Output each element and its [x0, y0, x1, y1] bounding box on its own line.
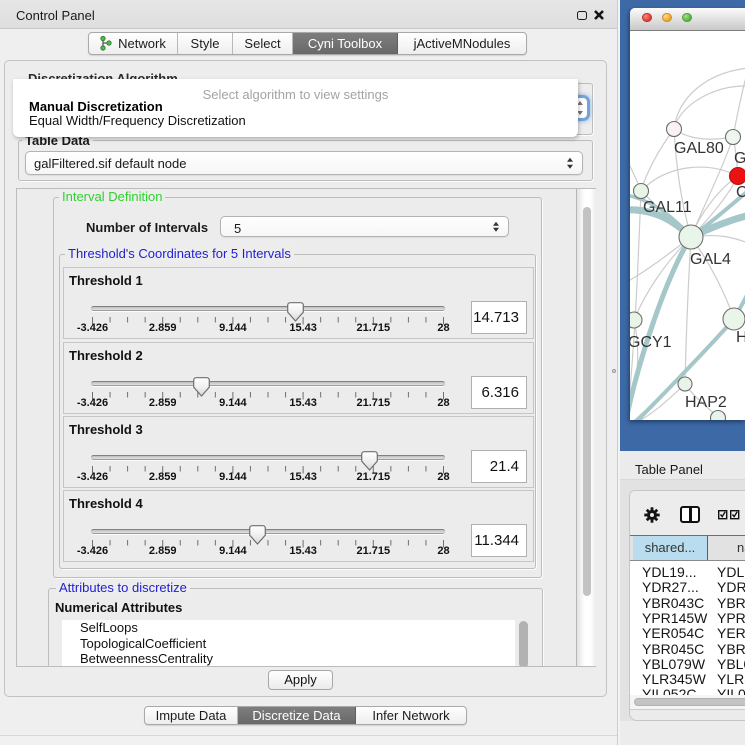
svg-text:GA: GA [734, 150, 745, 167]
svg-text:GCY1: GCY1 [630, 334, 672, 351]
svg-text:GAL4: GAL4 [690, 251, 731, 268]
svg-text:C: C [736, 184, 745, 201]
svg-text:GAL80: GAL80 [674, 140, 724, 157]
svg-text:GAL11: GAL11 [643, 199, 692, 216]
svg-text:HAP2: HAP2 [685, 394, 727, 411]
svg-text:H: H [736, 329, 745, 346]
